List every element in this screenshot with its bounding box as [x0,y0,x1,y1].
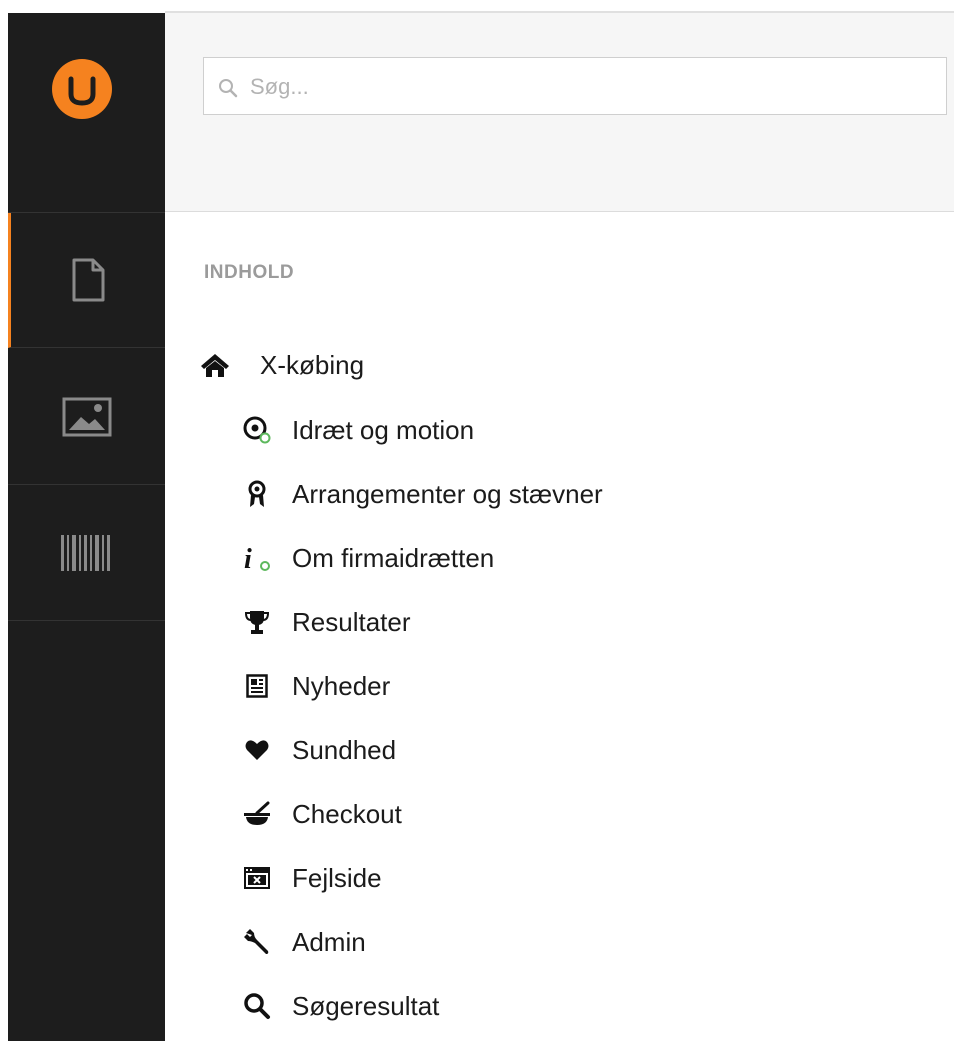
search-input[interactable] [248,58,942,116]
sidebar [8,13,165,1041]
document-icon [72,258,105,302]
tree-item-label: Sundhed [292,734,397,765]
home-icon [200,350,230,380]
tree-item-label: Søgeresultat [292,990,440,1021]
info-icon: i [242,543,272,573]
app-window: INDHOLD X-købing Idræt og motion [0,0,954,1041]
search-icon [219,79,238,98]
sidebar-item-media[interactable] [8,349,165,485]
newspaper-icon [242,671,272,701]
tree-item-label: Resultater [292,606,411,637]
tree-item-label: Idræt og motion [292,414,475,445]
tree-item-om-firmaidraetten[interactable]: i Om firmaidrætten [242,538,494,578]
mortar-icon [242,799,272,829]
award-icon [242,479,272,509]
umbraco-logo-icon[interactable] [52,59,112,119]
heart-icon [242,735,272,765]
error-window-icon [242,863,272,893]
window-edge [0,0,8,1041]
tree-item-sogeresultat[interactable]: Søgeresultat [242,986,439,1026]
tree-item-label: Admin [292,926,366,957]
sidebar-item-barcode[interactable] [8,485,165,621]
sidebar-item-content[interactable] [8,213,165,348]
logo-area [8,13,165,213]
header [165,13,954,212]
tree-item-label: Arrangementer og stævner [292,478,603,509]
tree-item-arrangementer[interactable]: Arrangementer og stævner [242,474,603,514]
barcode-icon [60,534,110,571]
search-box[interactable] [203,57,947,116]
target-icon [242,415,272,445]
tree-item-label: Checkout [292,798,402,829]
wrench-icon [242,927,272,957]
tree-item-label: Om firmaidrætten [292,542,495,573]
tree-item-idraet[interactable]: Idræt og motion [242,410,474,450]
section-title: INDHOLD [204,262,295,283]
tree-root-x-kobing[interactable]: X-købing [200,345,364,385]
image-icon [62,397,111,436]
tree-root-label: X-købing [260,349,365,380]
tree-item-label: Fejlside [292,862,382,893]
tree-item-fejlside[interactable]: Fejlside [242,858,382,898]
tree-item-sundhed[interactable]: Sundhed [242,730,396,770]
tree-item-checkout[interactable]: Checkout [242,794,402,834]
svg-text:i: i [244,544,252,573]
tree-item-nyheder[interactable]: Nyheder [242,666,390,706]
trophy-icon [242,607,272,637]
tree-item-label: Nyheder [292,670,391,701]
tree-item-resultater[interactable]: Resultater [242,602,411,642]
tree-item-admin[interactable]: Admin [242,922,366,962]
search-icon [242,991,272,1021]
